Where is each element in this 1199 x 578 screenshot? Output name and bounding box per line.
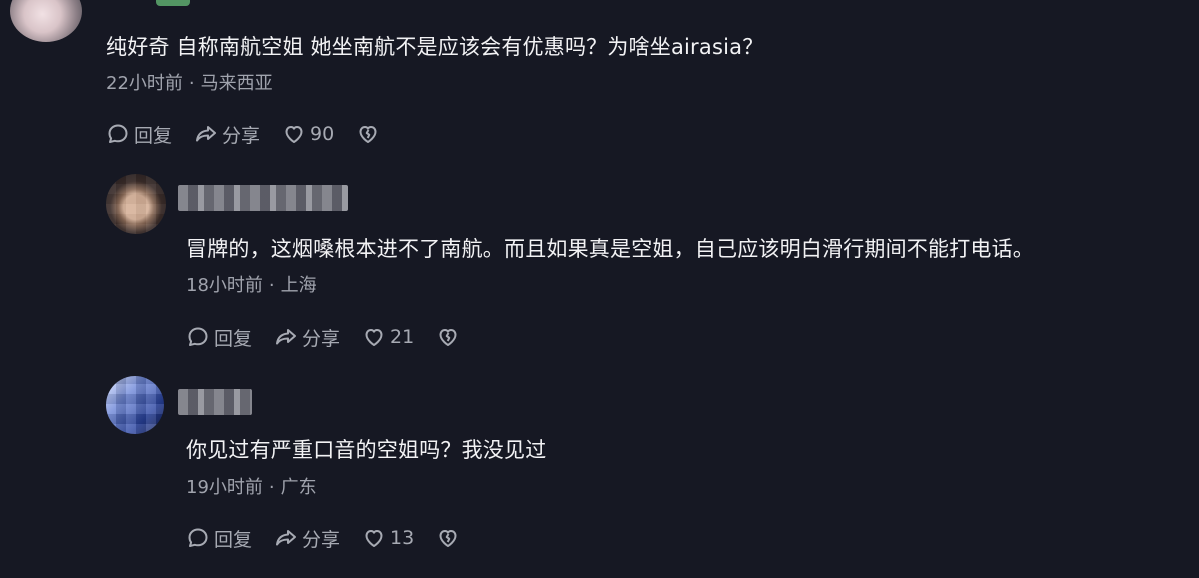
reply-button[interactable]: 回复 <box>186 324 252 351</box>
comment-text: 纯好奇 自称南航空姐 她坐南航不是应该会有优惠吗？为啥坐airasia？ <box>106 35 764 59</box>
share-label: 分享 <box>302 327 341 350</box>
like-count: 90 <box>310 123 335 145</box>
comment-location: 马来西亚 <box>200 73 273 94</box>
broken-heart-icon <box>439 329 457 346</box>
broken-heart-icon <box>439 530 457 547</box>
username-blurred[interactable] <box>178 389 252 415</box>
comment-time: 19小时前 <box>186 477 263 498</box>
dislike-button[interactable] <box>436 526 460 550</box>
comment-text: 冒牌的，这烟嗓根本进不了南航。而且如果真是空姐，自己应该明白滑行期间不能打电话。 <box>186 237 1034 261</box>
comment-actions: 回复 分享 90 <box>106 120 380 148</box>
like-count: 21 <box>390 326 415 348</box>
username-fragment <box>156 0 190 6</box>
comment-text: 你见过有严重口音的空姐吗？我没见过 <box>186 438 547 462</box>
broken-heart-icon <box>359 126 377 143</box>
comment-time: 18小时前 <box>186 275 263 296</box>
avatar[interactable] <box>106 174 166 234</box>
heart-icon <box>285 126 303 143</box>
comment-meta: 22小时前 · 马来西亚 <box>106 69 273 95</box>
like-button[interactable]: 21 <box>362 325 414 349</box>
reply-label: 回复 <box>134 124 173 147</box>
meta-separator: · <box>268 477 275 498</box>
avatar[interactable] <box>10 0 82 42</box>
dislike-button[interactable] <box>436 325 460 349</box>
meta-separator: · <box>188 73 195 94</box>
share-button[interactable]: 分享 <box>274 525 340 552</box>
share-arrow-icon <box>276 329 297 345</box>
comment-location: 广东 <box>280 477 317 498</box>
comment-bubble-icon <box>188 327 208 346</box>
share-arrow-icon <box>196 126 217 142</box>
share-label: 分享 <box>222 124 261 147</box>
heart-icon <box>365 329 383 346</box>
share-button[interactable]: 分享 <box>274 324 340 351</box>
share-button[interactable]: 分享 <box>194 121 260 148</box>
heart-icon <box>365 530 383 547</box>
share-arrow-icon <box>276 530 297 546</box>
meta-separator: · <box>268 275 275 296</box>
comment-time: 22小时前 <box>106 73 183 94</box>
dislike-button[interactable] <box>356 122 380 146</box>
comment-meta: 18小时前 · 上海 <box>186 271 317 297</box>
comment-location: 上海 <box>280 275 317 296</box>
like-button[interactable]: 13 <box>362 526 414 550</box>
reply-button[interactable]: 回复 <box>186 525 252 552</box>
like-button[interactable]: 90 <box>282 122 334 146</box>
avatar[interactable] <box>106 376 164 434</box>
comment-meta: 19小时前 · 广东 <box>186 473 317 499</box>
reply-label: 回复 <box>214 327 253 350</box>
comment-bubble-icon <box>108 124 128 143</box>
comment-actions: 回复 分享 21 <box>186 323 460 351</box>
username-blurred[interactable] <box>178 185 348 211</box>
comment-bubble-icon <box>188 528 208 547</box>
comment-actions: 回复 分享 13 <box>186 524 460 552</box>
reply-label: 回复 <box>214 528 253 551</box>
reply-button[interactable]: 回复 <box>106 121 172 148</box>
share-label: 分享 <box>302 528 341 551</box>
like-count: 13 <box>390 527 415 549</box>
